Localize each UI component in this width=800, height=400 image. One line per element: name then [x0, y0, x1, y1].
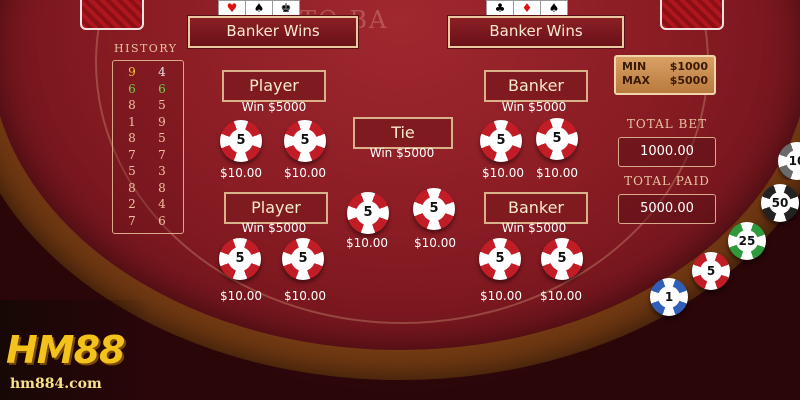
banker-bet-area-top[interactable]: Banker [484, 70, 588, 102]
history-player-score: 8 [128, 98, 136, 112]
history-banker-score: 6 [158, 213, 166, 228]
banker-bet-area-bottom[interactable]: Banker [484, 192, 588, 224]
banker-result-banner: Banker Wins [448, 16, 624, 48]
history-row: 76 [113, 214, 183, 230]
history-row: 85 [113, 98, 183, 114]
bet-limits-plaque: MIN $1000 MAX $5000 [614, 55, 716, 95]
history-banker-score: 4 [158, 65, 166, 79]
history-player-score: 7 [128, 213, 136, 228]
banker-top-chip-a[interactable]: 5 [480, 120, 522, 162]
history-row: 77 [113, 148, 183, 164]
total-paid-value: 5000.00 [618, 194, 716, 224]
history-player-score: 1 [128, 114, 136, 129]
brand-logo: HM88 [6, 328, 125, 372]
min-label: MIN [622, 60, 647, 73]
tie-win: Win $5000 [369, 146, 435, 160]
history-row: 94 [113, 65, 183, 81]
history-banker-score: 3 [158, 164, 166, 178]
player-bottom-amount-a: $10.00 [220, 289, 262, 303]
banker-bottom-amount-b: $10.00 [540, 289, 582, 303]
history-banker-score: 9 [158, 114, 166, 129]
total-paid-label: TOTAL PAID [624, 174, 710, 188]
banker-top-amount-a: $10.00 [482, 166, 524, 180]
history-row: 19 [113, 115, 183, 131]
history-banker-score: 5 [158, 98, 166, 112]
max-label: MAX [622, 74, 650, 87]
player-top-chip-b[interactable]: 5 [284, 120, 326, 162]
rack-chip-25[interactable]: 25 [728, 222, 766, 260]
total-bet-value: 1000.00 [618, 137, 716, 167]
tie-amount-a: $10.00 [346, 236, 388, 250]
history-player-score: 8 [128, 131, 136, 145]
history-banker-score: 5 [158, 131, 166, 145]
player-top-amount-b: $10.00 [284, 166, 326, 180]
banker-bottom-win: Win $5000 [501, 221, 567, 235]
player-bet-area-bottom[interactable]: Player [224, 192, 328, 224]
rack-chip-50[interactable]: 50 [761, 184, 799, 222]
tie-chip-b[interactable]: 5 [413, 188, 455, 230]
card-shoe-right [660, 0, 724, 30]
history-player-score: 9 [128, 65, 136, 79]
player-bet-area-top[interactable]: Player [222, 70, 326, 102]
history-player-score: 6 [128, 81, 136, 96]
player-top-amount-a: $10.00 [220, 166, 262, 180]
history-banker-score: 6 [158, 81, 166, 96]
max-value: $5000 [669, 74, 708, 87]
history-row: 66 [113, 82, 183, 98]
banker-bottom-amount-a: $10.00 [480, 289, 522, 303]
card-shoe-left [80, 0, 144, 30]
player-bottom-amount-b: $10.00 [284, 289, 326, 303]
banker-bottom-chip-b[interactable]: 5 [541, 238, 583, 280]
history-panel: 94668519857753882476 [112, 60, 184, 234]
banker-top-win: Win $5000 [501, 100, 567, 114]
rack-chip-1[interactable]: 1 [650, 278, 688, 316]
history-banker-score: 7 [158, 147, 166, 162]
tie-amount-b: $10.00 [414, 236, 456, 250]
history-banker-score: 8 [158, 180, 166, 195]
player-top-win: Win $5000 [241, 100, 307, 114]
min-value: $1000 [669, 60, 708, 73]
history-title: HISTORY [114, 42, 178, 55]
player-bottom-chip-a[interactable]: 5 [219, 238, 261, 280]
tie-chip-a[interactable]: 5 [347, 192, 389, 234]
total-bet-label: TOTAL BET [626, 117, 708, 131]
baccarat-table-scene: TO BA ♥ ♠ ♚ ♣ ♦ ♠ Banker Wins Banker Win… [0, 0, 800, 400]
history-row: 88 [113, 181, 183, 197]
history-player-score: 5 [128, 164, 136, 178]
rack-chip-5[interactable]: 5 [692, 252, 730, 290]
tie-bet-area[interactable]: Tie [353, 117, 453, 149]
history-player-score: 8 [128, 180, 136, 195]
player-bottom-win: Win $5000 [241, 221, 307, 235]
history-banker-score: 4 [158, 197, 166, 211]
banker-top-chip-b[interactable]: 5 [536, 118, 578, 160]
brand-site: hm884.com [10, 376, 102, 392]
history-player-score: 7 [128, 147, 136, 162]
rack-chip-10[interactable]: 10 [778, 142, 800, 180]
history-player-score: 2 [128, 197, 136, 211]
player-result-banner: Banker Wins [188, 16, 358, 48]
player-bottom-chip-b[interactable]: 5 [282, 238, 324, 280]
banker-top-amount-b: $10.00 [536, 166, 578, 180]
player-top-chip-a[interactable]: 5 [220, 120, 262, 162]
history-row: 53 [113, 164, 183, 180]
history-row: 24 [113, 197, 183, 213]
history-row: 85 [113, 131, 183, 147]
banker-bottom-chip-a[interactable]: 5 [479, 238, 521, 280]
